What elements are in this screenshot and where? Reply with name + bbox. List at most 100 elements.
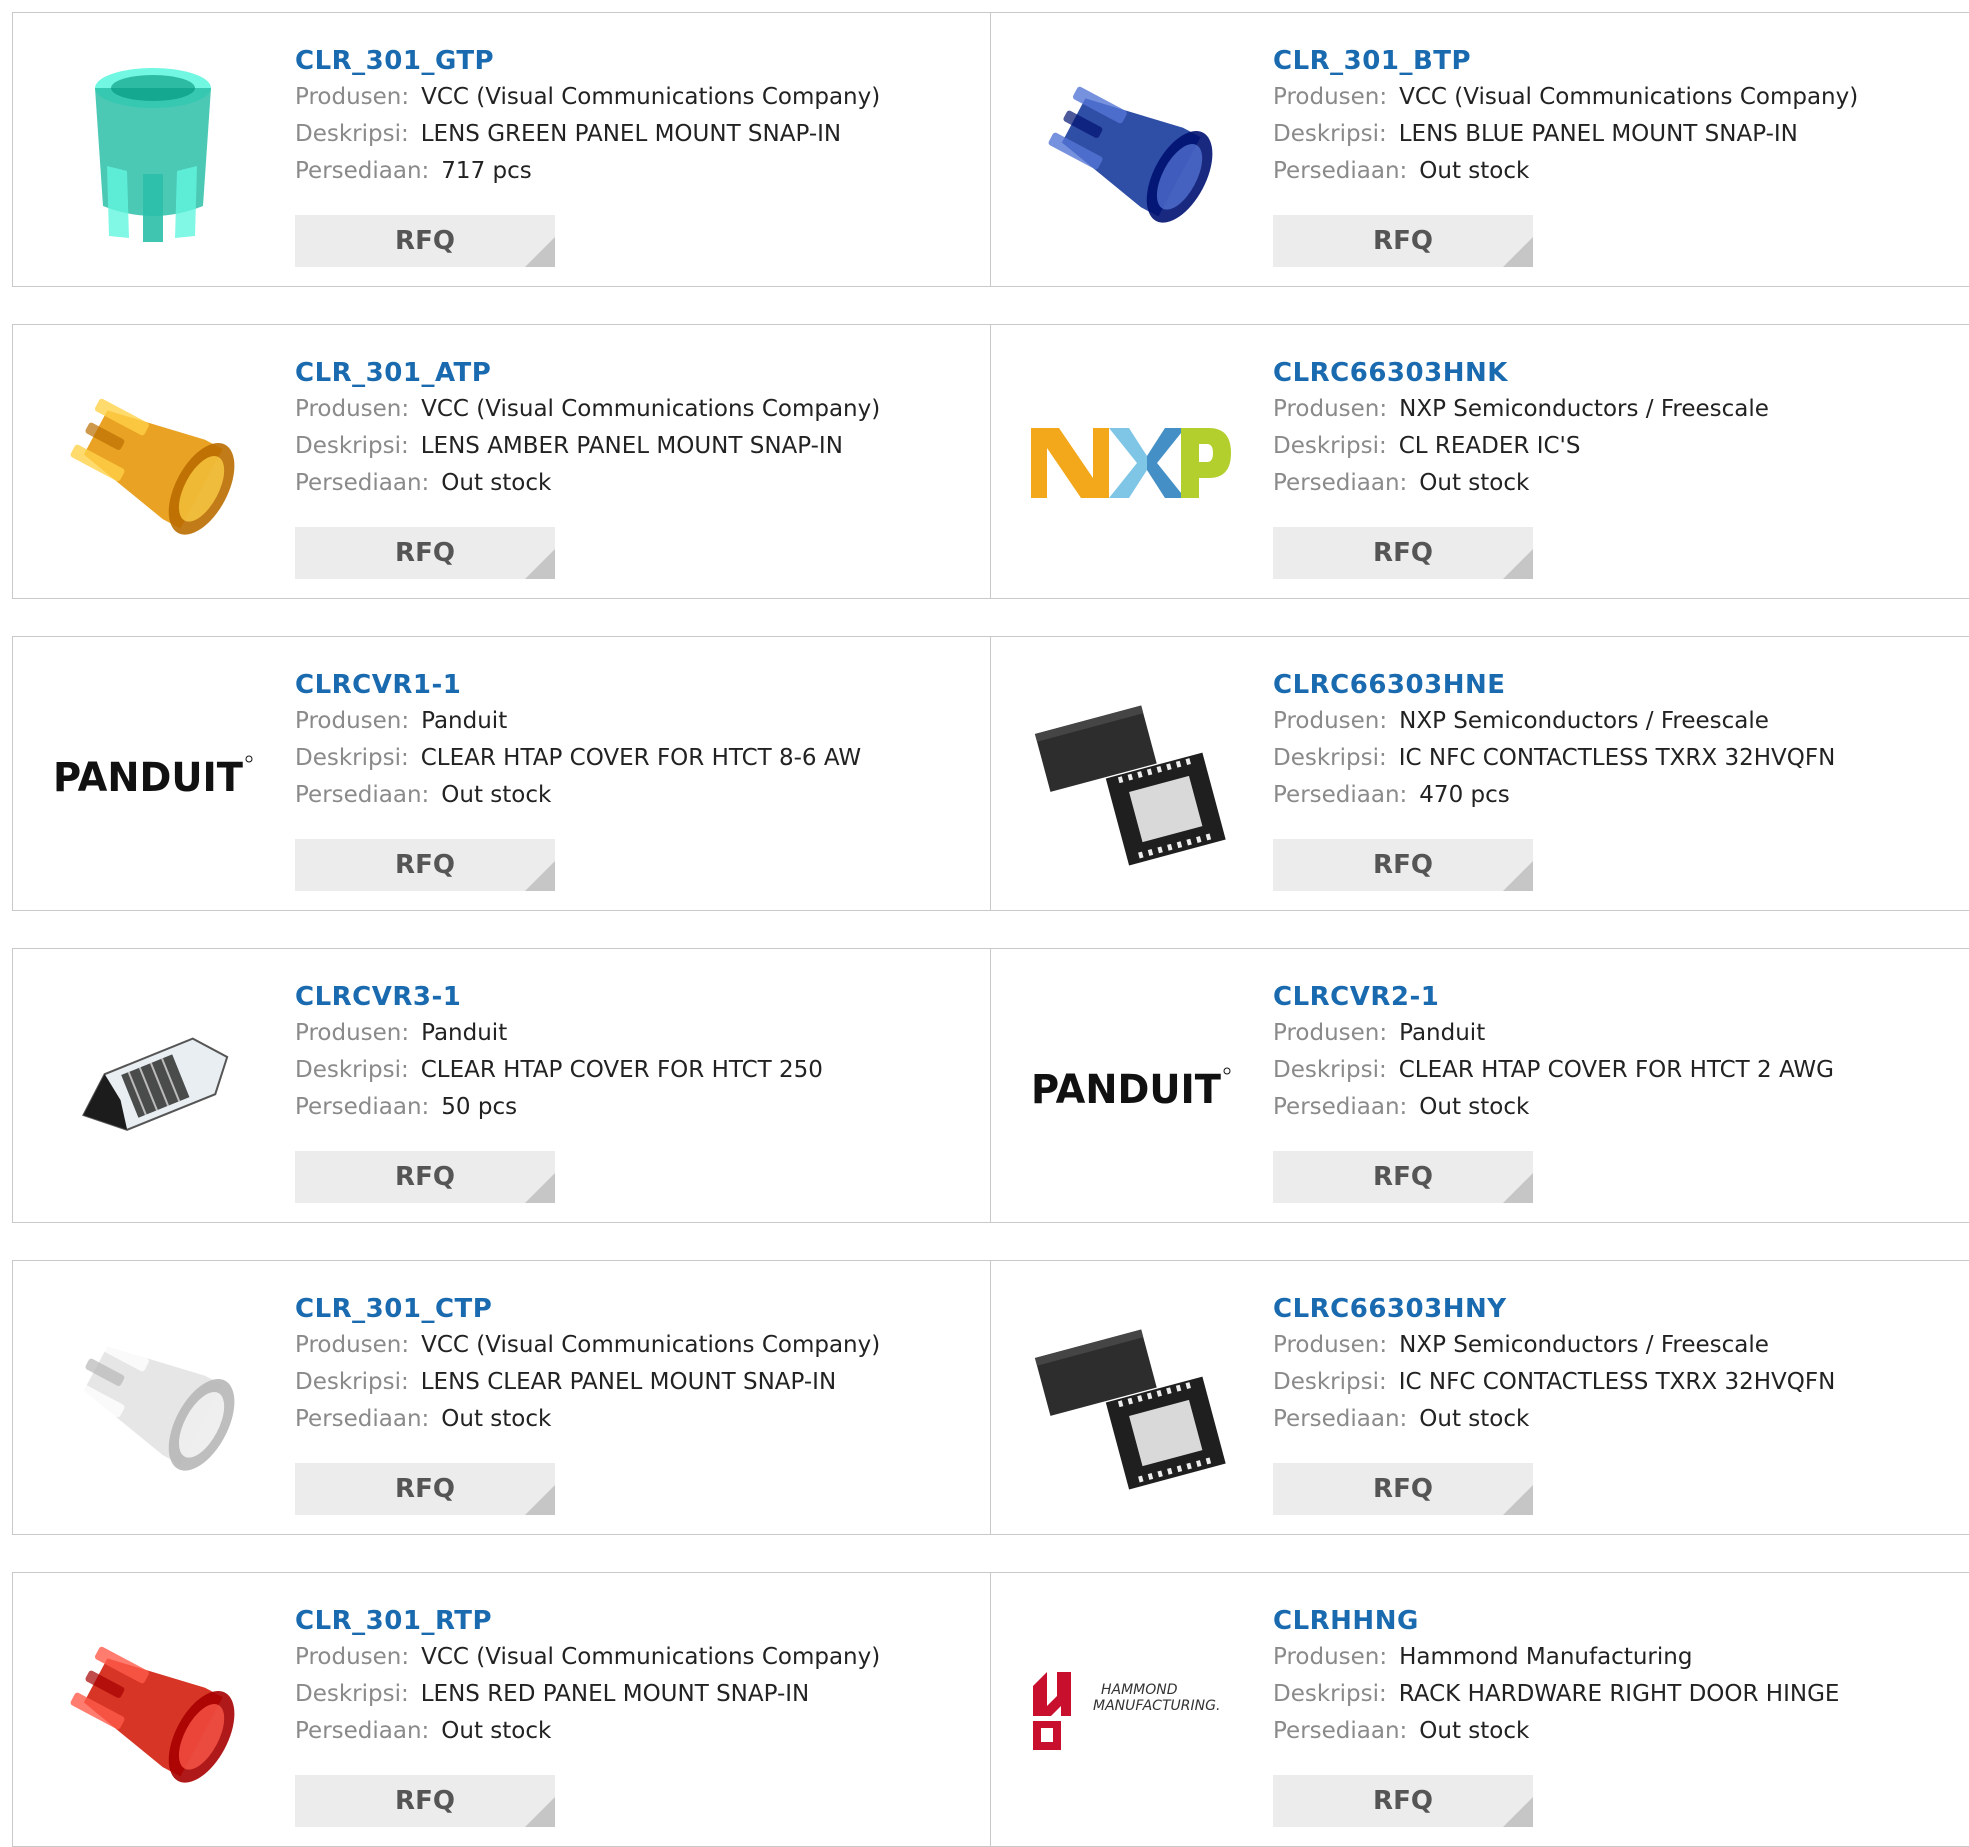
description-value: LENS AMBER PANEL MOUNT SNAP-IN	[420, 433, 843, 459]
description-label: Deskripsi:	[295, 1057, 409, 1083]
clear-cover-icon[interactable]	[53, 987, 253, 1187]
rfq-label: RFQ	[1373, 538, 1433, 568]
description-label: Deskripsi:	[1273, 745, 1387, 771]
description-value: CLEAR HTAP COVER FOR HTCT 2 AWG	[1398, 1057, 1834, 1083]
rfq-button[interactable]: RFQ	[295, 839, 555, 891]
rfq-button[interactable]: RFQ	[295, 1151, 555, 1203]
corner-triangle-icon	[1503, 1485, 1533, 1515]
manufacturer-label: Produsen:	[295, 1020, 410, 1046]
manufacturer-value: NXP Semiconductors / Freescale	[1399, 396, 1769, 422]
product-name-link[interactable]: CLR_301_RTP	[295, 1603, 492, 1639]
stock-value: Out stock	[441, 1718, 552, 1744]
stock-row: Persediaan: Out stock	[1273, 1713, 1959, 1750]
stock-value: 470 pcs	[1419, 782, 1510, 808]
rfq-button[interactable]: RFQ	[295, 1775, 555, 1827]
manufacturer-value: NXP Semiconductors / Freescale	[1399, 1332, 1769, 1358]
product-name-link[interactable]: CLR_301_GTP	[295, 43, 494, 79]
manufacturer-label: Produsen:	[1273, 1332, 1388, 1358]
qfn-chip-icon[interactable]	[1031, 675, 1231, 875]
description-row: Deskripsi: CLEAR HTAP COVER FOR HTCT 2 AW…	[1273, 1052, 1959, 1089]
corner-triangle-icon	[525, 1173, 555, 1203]
stock-value: Out stock	[441, 1406, 552, 1432]
rfq-button[interactable]: RFQ	[1273, 527, 1533, 579]
panduit-logo[interactable]: PANDUIT	[53, 675, 253, 875]
manufacturer-row: Produsen: VCC (Visual Communications Comp…	[295, 391, 981, 428]
product-name-link[interactable]: CLR_301_BTP	[1273, 43, 1471, 79]
corner-triangle-icon	[1503, 549, 1533, 579]
rfq-button[interactable]: RFQ	[295, 527, 555, 579]
product-card: PANDUIT CLRCVR1-1 Produsen: Panduit Deskrips…	[12, 636, 992, 911]
stock-row: Persediaan: Out stock	[295, 1401, 981, 1438]
corner-triangle-icon	[525, 1485, 555, 1515]
rfq-button[interactable]: RFQ	[295, 1463, 555, 1515]
rfq-button[interactable]: RFQ	[1273, 839, 1533, 891]
description-row: Deskripsi: LENS GREEN PANEL MOUNT SNAP-IN	[295, 116, 981, 153]
description-label: Deskripsi:	[295, 1369, 409, 1395]
blue-lens-icon[interactable]	[1031, 51, 1231, 251]
product-name-link[interactable]: CLRHHNG	[1273, 1603, 1419, 1639]
product-card: CLR_301_BTP Produsen: VCC (Visual Communic…	[990, 12, 1969, 287]
description-row: Deskripsi: CLEAR HTAP COVER FOR HTCT 250	[295, 1052, 981, 1089]
amber-lens-icon[interactable]	[53, 363, 253, 563]
clear-lens-icon[interactable]	[53, 1299, 253, 1499]
product-card: HAMMOND MANUFACTURING. CLRHHNG Produsen: Ham…	[990, 1572, 1969, 1847]
manufacturer-value: Panduit	[421, 1020, 508, 1046]
rfq-button[interactable]: RFQ	[1273, 1151, 1533, 1203]
rfq-label: RFQ	[1373, 1786, 1433, 1816]
svg-text:PANDUIT: PANDUIT	[1031, 1067, 1222, 1113]
stock-row: Persediaan: Out stock	[295, 1713, 981, 1750]
rfq-button[interactable]: RFQ	[1273, 1775, 1533, 1827]
description-value: CL READER IC'S	[1398, 433, 1581, 459]
nxp-logo[interactable]	[1031, 363, 1231, 563]
qfn-chip-icon[interactable]	[1031, 1299, 1231, 1499]
green-lens-icon[interactable]	[53, 51, 253, 251]
description-value: IC NFC CONTACTLESS TXRX 32HVQFN	[1398, 1369, 1836, 1395]
red-lens-icon[interactable]	[53, 1611, 253, 1811]
product-name-link[interactable]: CLRCVR1-1	[295, 667, 461, 703]
hammond-logo[interactable]: HAMMOND MANUFACTURING.	[1031, 1611, 1231, 1811]
stock-row: Persediaan: Out stock	[1273, 153, 1959, 190]
stock-row: Persediaan: Out stock	[1273, 1401, 1959, 1438]
rfq-label: RFQ	[1373, 226, 1433, 256]
stock-label: Persediaan:	[1273, 158, 1408, 184]
description-label: Deskripsi:	[295, 433, 409, 459]
rfq-button[interactable]: RFQ	[1273, 1463, 1533, 1515]
rfq-label: RFQ	[395, 1162, 455, 1192]
stock-label: Persediaan:	[1273, 782, 1408, 808]
product-card: CLR_301_RTP Produsen: VCC (Visual Communic…	[12, 1572, 992, 1847]
manufacturer-value: VCC (Visual Communications Company)	[421, 84, 881, 110]
product-name-link[interactable]: CLRCVR3-1	[295, 979, 461, 1015]
description-value: RACK HARDWARE RIGHT DOOR HINGE	[1398, 1681, 1840, 1707]
product-name-link[interactable]: CLR_301_CTP	[295, 1291, 492, 1327]
description-row: Deskripsi: IC NFC CONTACTLESS TXRX 32HVQF…	[1273, 1364, 1959, 1401]
product-name-link[interactable]: CLRC66303HNY	[1273, 1291, 1507, 1327]
stock-value: Out stock	[441, 470, 552, 496]
product-info: CLRC66303HNE Produsen: NXP Semiconductors …	[1273, 667, 1959, 814]
product-name-link[interactable]: CLRCVR2-1	[1273, 979, 1439, 1015]
manufacturer-value: VCC (Visual Communications Company)	[421, 396, 881, 422]
rfq-button[interactable]: RFQ	[1273, 215, 1533, 267]
rfq-label: RFQ	[395, 1786, 455, 1816]
manufacturer-row: Produsen: NXP Semiconductors / Freescale	[1273, 391, 1959, 428]
rfq-button[interactable]: RFQ	[295, 215, 555, 267]
stock-label: Persediaan:	[295, 1718, 430, 1744]
stock-value: Out stock	[441, 782, 552, 808]
manufacturer-label: Produsen:	[295, 1332, 410, 1358]
product-info: CLRC66303HNK Produsen: NXP Semiconductors …	[1273, 355, 1959, 502]
manufacturer-value: Panduit	[421, 708, 508, 734]
stock-value: Out stock	[1419, 1406, 1530, 1432]
description-value: CLEAR HTAP COVER FOR HTCT 8-6 AW	[420, 745, 862, 771]
corner-triangle-icon	[525, 549, 555, 579]
description-label: Deskripsi:	[1273, 1681, 1387, 1707]
stock-value: Out stock	[1419, 158, 1530, 184]
manufacturer-value: VCC (Visual Communications Company)	[1399, 84, 1859, 110]
rfq-label: RFQ	[395, 1474, 455, 1504]
product-name-link[interactable]: CLR_301_ATP	[295, 355, 491, 391]
corner-triangle-icon	[1503, 861, 1533, 891]
product-name-link[interactable]: CLRC66303HNE	[1273, 667, 1505, 703]
manufacturer-value: VCC (Visual Communications Company)	[421, 1644, 881, 1670]
rfq-label: RFQ	[395, 226, 455, 256]
product-name-link[interactable]: CLRC66303HNK	[1273, 355, 1508, 391]
product-info: CLR_301_GTP Produsen: VCC (Visual Communic…	[295, 43, 981, 190]
panduit-logo[interactable]: PANDUIT	[1031, 987, 1231, 1187]
